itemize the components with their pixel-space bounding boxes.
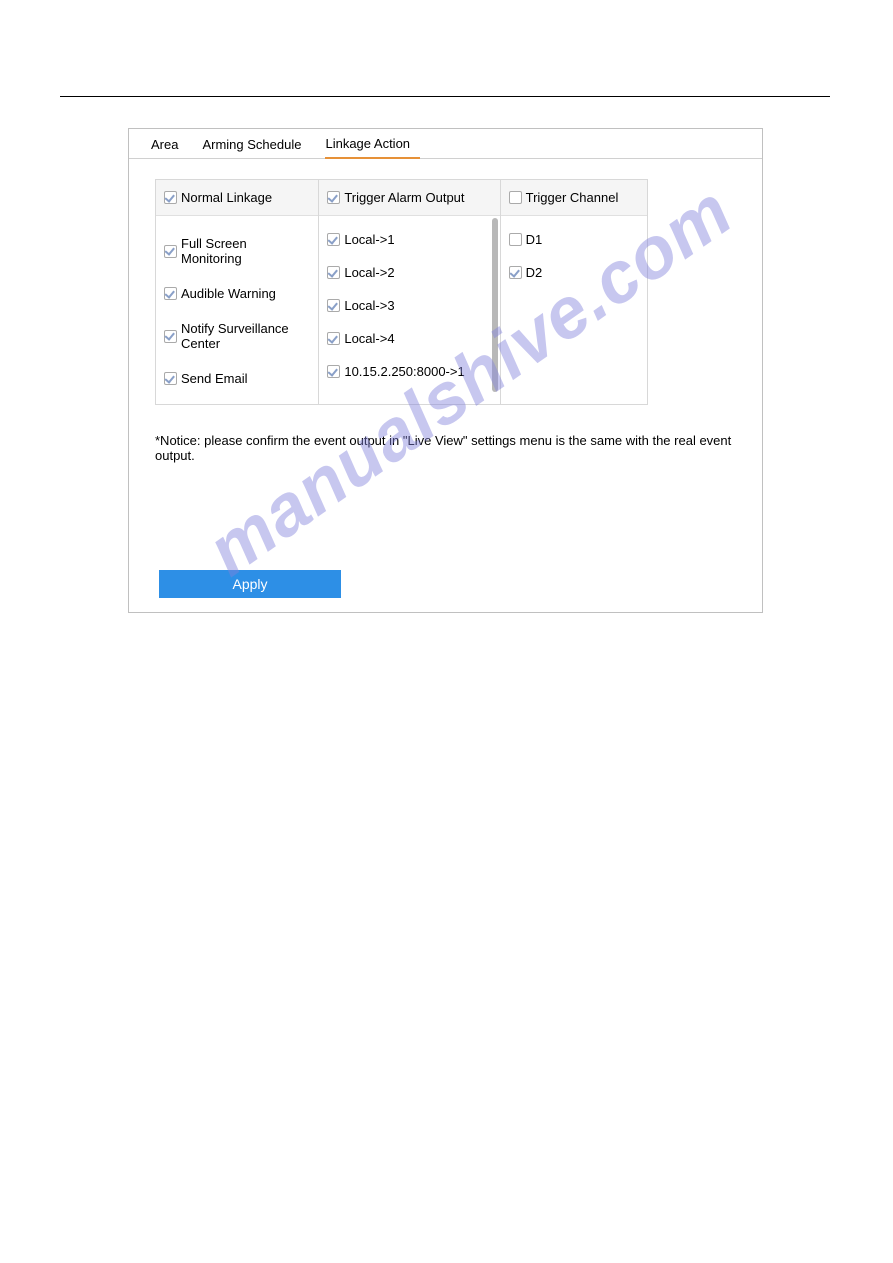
list-item: Full Screen Monitoring (164, 222, 310, 272)
tab-area[interactable]: Area (151, 131, 188, 158)
page-divider (60, 96, 830, 97)
checkbox-label: Local->4 (344, 331, 394, 346)
checkbox-label: Full Screen Monitoring (181, 236, 310, 266)
checkbox-label: Audible Warning (181, 286, 276, 301)
checkbox-label: Local->1 (344, 232, 394, 247)
checkbox-label: Local->3 (344, 298, 394, 313)
column-trigger-channel: Trigger Channel D1 D2 (501, 180, 647, 404)
column-header-trigger-alarm-output: Trigger Alarm Output (319, 180, 499, 216)
column-body-trigger-alarm-output: Local->1 Local->2 Local->3 Local->4 10.1… (319, 216, 499, 397)
checkbox-local-1[interactable] (327, 233, 340, 246)
checkbox-d2[interactable] (509, 266, 522, 279)
checkbox-label: Local->2 (344, 265, 394, 280)
column-trigger-alarm-output: Trigger Alarm Output Local->1 Local->2 L… (319, 180, 500, 404)
column-header-label: Trigger Alarm Output (344, 190, 464, 205)
linkage-action-panel: Area Arming Schedule Linkage Action Norm… (128, 128, 763, 613)
checkbox-trigger-channel-all[interactable] (509, 191, 522, 204)
column-normal-linkage: Normal Linkage Full Screen Monitoring Au… (156, 180, 319, 404)
checkbox-local-3[interactable] (327, 299, 340, 312)
checkbox-label: D1 (526, 232, 543, 247)
column-body-normal-linkage: Full Screen Monitoring Audible Warning N… (156, 216, 318, 404)
checkbox-notify-surveillance-center[interactable] (164, 330, 177, 343)
list-item: 10.15.2.250:8000->1 (327, 352, 491, 385)
tab-linkage-action[interactable]: Linkage Action (325, 130, 420, 159)
checkbox-local-4[interactable] (327, 332, 340, 345)
apply-button[interactable]: Apply (159, 570, 341, 598)
scrollbar-thumb[interactable] (492, 218, 498, 392)
list-item: Local->3 (327, 286, 491, 319)
checkbox-normal-linkage-all[interactable] (164, 191, 177, 204)
column-body-trigger-channel: D1 D2 (501, 216, 647, 298)
list-item: D1 (509, 222, 639, 253)
checkbox-label: Send Email (181, 371, 247, 386)
checkbox-label: 10.15.2.250:8000->1 (344, 364, 464, 379)
checkbox-remote-output-1[interactable] (327, 365, 340, 378)
notice-text: *Notice: please confirm the event output… (155, 433, 762, 463)
list-item: Local->4 (327, 319, 491, 352)
checkbox-send-email[interactable] (164, 372, 177, 385)
checkbox-label: D2 (526, 265, 543, 280)
list-item: Local->1 (327, 222, 491, 253)
list-item: Audible Warning (164, 272, 310, 307)
checkbox-d1[interactable] (509, 233, 522, 246)
linkage-columns: Normal Linkage Full Screen Monitoring Au… (155, 179, 648, 405)
list-item: Send Email (164, 357, 310, 392)
column-header-label: Trigger Channel (526, 190, 619, 205)
checkbox-label: Notify Surveillance Center (181, 321, 310, 351)
checkbox-full-screen-monitoring[interactable] (164, 245, 177, 258)
checkbox-local-2[interactable] (327, 266, 340, 279)
checkbox-trigger-alarm-output-all[interactable] (327, 191, 340, 204)
tab-bar: Area Arming Schedule Linkage Action (129, 129, 762, 159)
column-header-normal-linkage: Normal Linkage (156, 180, 318, 216)
list-item: D2 (509, 253, 639, 286)
column-header-label: Normal Linkage (181, 190, 272, 205)
tab-arming-schedule[interactable]: Arming Schedule (202, 131, 311, 158)
column-header-trigger-channel: Trigger Channel (501, 180, 647, 216)
list-item: Local->2 (327, 253, 491, 286)
checkbox-audible-warning[interactable] (164, 287, 177, 300)
list-item: Notify Surveillance Center (164, 307, 310, 357)
